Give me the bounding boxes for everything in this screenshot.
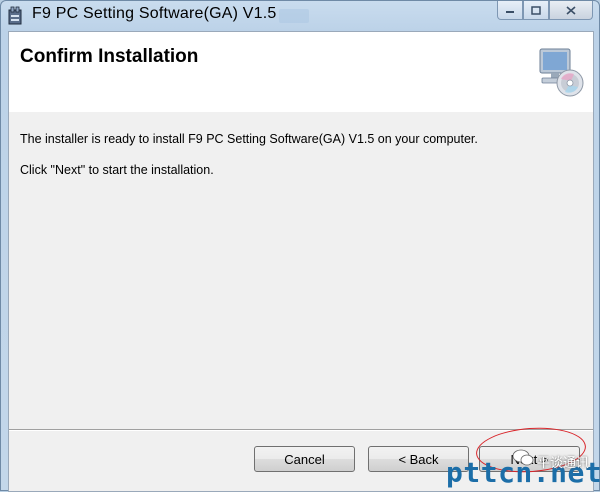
cancel-button[interactable]: Cancel [254,446,355,472]
computer-disc-icon [539,48,584,97]
wizard-page: Confirm Installation The installer is re… [8,31,594,492]
wizard-banner: Confirm Installation [9,32,593,112]
minimize-icon [506,11,514,13]
window-controls [497,1,593,21]
close-button[interactable] [549,1,593,20]
title-bar[interactable]: F9 PC Setting Software(GA) V1.5 [1,1,599,31]
ready-message: The installer is ready to install F9 PC … [20,132,478,146]
footer-divider [9,429,593,431]
maximize-button[interactable] [523,1,549,20]
chat-bubble-icon [512,449,534,466]
installer-window: F9 PC Setting Software(GA) V1.5 Confirm … [0,0,600,492]
close-icon [566,5,576,15]
maximize-icon [531,5,541,15]
instruction-message: Click "Next" to start the installation. [20,163,214,177]
page-title: Confirm Installation [20,46,199,67]
title-bar-artifact [279,9,309,23]
watermark-tag: 平谈通讯 [537,455,590,470]
window-title: F9 PC Setting Software(GA) V1.5 [32,5,277,22]
installer-icon [8,6,22,25]
banner-divider [9,111,593,112]
minimize-button[interactable] [497,1,523,20]
